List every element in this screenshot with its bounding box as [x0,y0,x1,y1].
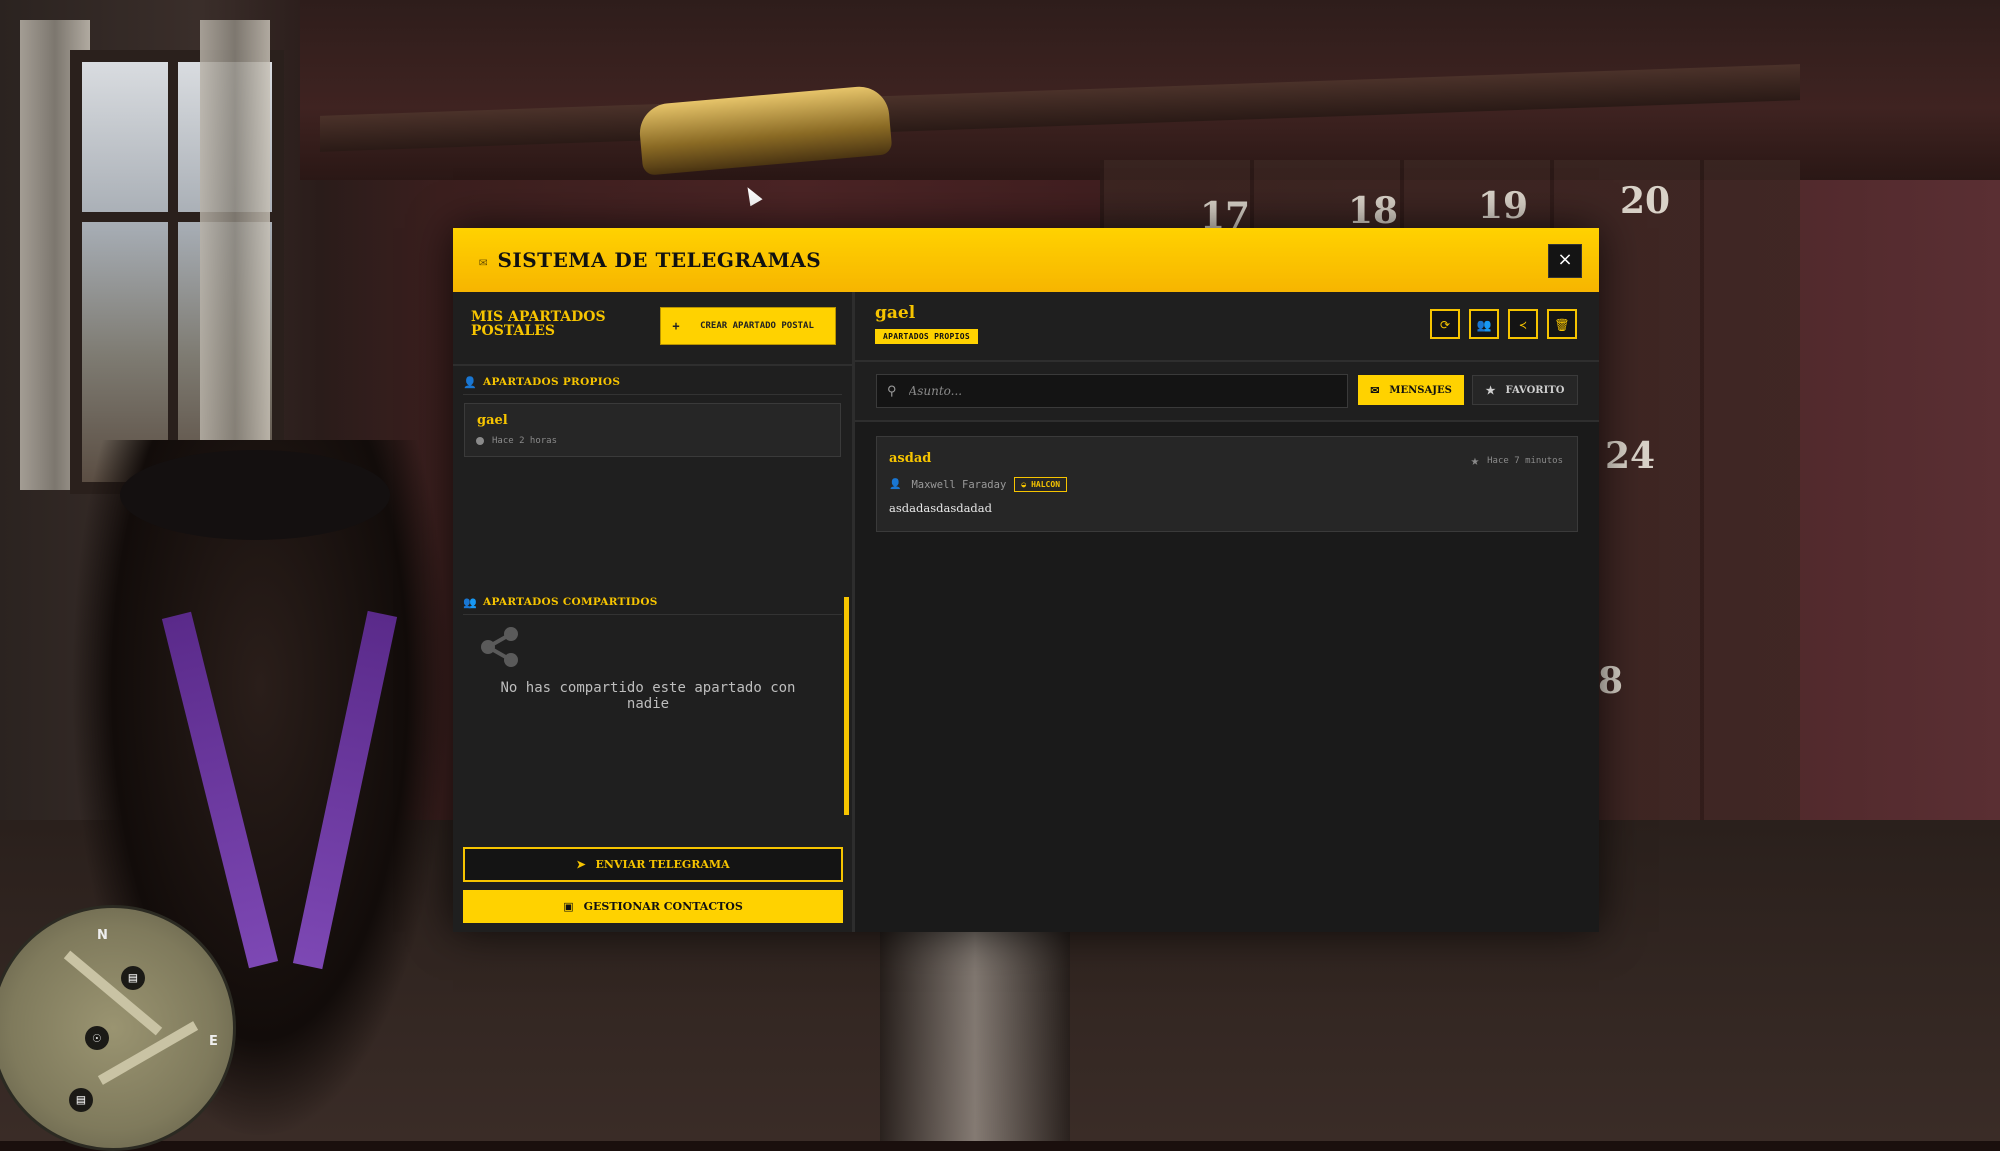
delete-button[interactable]: 🗑 [1547,309,1577,339]
favorite-star-icon[interactable]: ★ [1471,453,1479,469]
message-card[interactable]: asdad ★ Hace 7 minutos 👤 Maxwell Faraday… [876,436,1578,532]
map-marker-icon: ☉ [85,1026,109,1050]
minimap: ▤ ☉ ▤ N E [0,905,236,1151]
map-marker-icon: ▤ [69,1088,93,1112]
tab-messages[interactable]: ✉ MENSAJES [1358,375,1464,405]
mailbox-item-name: gael [477,413,508,428]
mailbox-title: gael [875,303,916,323]
modal-title: SISTEMA DE TELEGRAMAS [497,248,822,272]
share-button[interactable]: ≺ [1508,309,1538,339]
paper-plane-icon: ➤ [576,858,586,871]
tab-favorites[interactable]: ★ FAVORITO [1472,375,1578,405]
own-mailboxes-header: 👤 APARTADOS PROPIOS [463,370,842,395]
close-button[interactable]: × [1548,244,1582,278]
members-button[interactable]: 👥 [1469,309,1499,339]
search-input[interactable] [906,383,1347,399]
send-telegram-button[interactable]: ➤ ENVIAR TELEGRAMA [463,847,843,882]
refresh-button[interactable]: ⟳ [1430,309,1460,339]
hawk-icon: ◒ [1021,480,1027,489]
manage-contacts-button[interactable]: ▣ GESTIONAR CONTACTOS [463,890,843,923]
delivery-method-label: HALCON [1031,480,1061,489]
modal-header: ✉ SISTEMA DE TELEGRAMAS × [453,228,1599,292]
share-icon: ≺ [1519,318,1527,332]
mailbox-item-time: Hace 2 horas [492,436,558,446]
search-field[interactable]: ⚲ [876,374,1348,408]
search-icon: ⚲ [887,383,897,399]
address-book-icon: ▣ [563,900,574,913]
own-mailboxes-title: APARTADOS PROPIOS [483,376,621,388]
telegram-modal: ✉ SISTEMA DE TELEGRAMAS × MIS APARTADOS … [453,228,1599,932]
manage-contacts-label: GESTIONAR CONTACTOS [583,900,743,913]
mailbox-sidebar: MIS APARTADOS POSTALES + CREAR APARTADO … [453,292,855,932]
plus-icon: + [672,319,680,333]
mailbox-type-badge: APARTADOS PROPIOS [875,329,978,344]
envelope-icon: ✉ [479,254,488,270]
delivery-method-badge: ◒ HALCON [1014,477,1068,492]
star-icon: ★ [1485,383,1496,397]
refresh-icon: ⟳ [1439,318,1451,332]
empty-shared-state: No has compartido este apartado con nadi… [453,592,843,762]
share-icon [481,627,518,667]
clock-icon [476,437,484,445]
mailbox-item[interactable]: gael Hace 2 horas [464,403,841,457]
send-telegram-label: ENVIAR TELEGRAMA [595,858,730,871]
message-body: asdadasdasdadad [889,501,993,515]
empty-shared-text: No has compartido este apartado con nadi… [500,680,796,712]
tab-messages-label: MENSAJES [1389,384,1452,396]
create-mailbox-label: CREAR APARTADO POSTAL [700,320,814,331]
tab-favorites-label: FAVORITO [1505,384,1565,396]
message-time: Hace 7 minutos [1487,456,1563,466]
message-sender: Maxwell Faraday [911,478,1007,491]
user-icon: 👤 [463,375,477,389]
message-subject: asdad [889,451,932,466]
map-marker-icon: ▤ [121,966,145,990]
user-icon: 👤 [889,479,902,490]
sidebar-title: MIS APARTADOS POSTALES [471,309,606,339]
users-icon: 👥 [1476,318,1492,332]
scrollbar[interactable] [844,597,849,815]
compass-east: E [209,1034,218,1049]
mailbox-content: gael APARTADOS PROPIOS ⟳ 👥 ≺ 🗑 ⚲ ✉ MENSA… [855,292,1599,932]
compass-north: N [97,928,108,943]
trash-icon: 🗑 [1554,318,1570,332]
envelope-icon: ✉ [1370,383,1380,397]
create-mailbox-button[interactable]: + CREAR APARTADO POSTAL [660,307,836,345]
